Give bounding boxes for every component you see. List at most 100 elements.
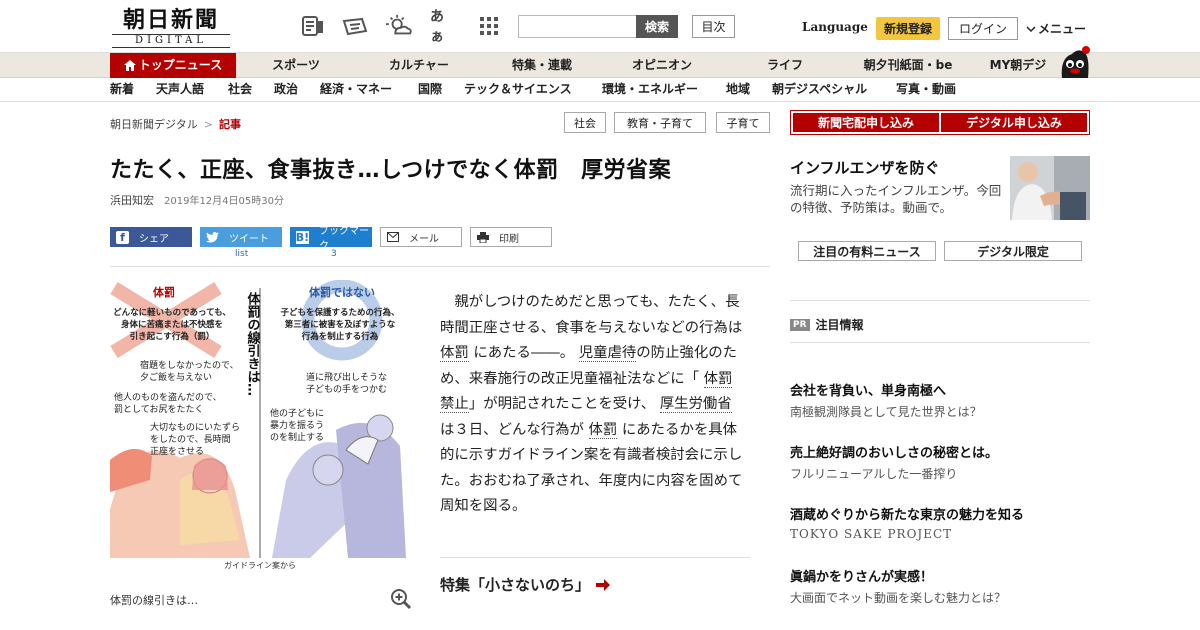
home-icon [123, 60, 136, 71]
keyword-link[interactable]: 禁止 [440, 396, 469, 413]
nav-photo-video[interactable]: 写真・動画 [896, 78, 956, 101]
menu-button[interactable]: メニュー [1026, 20, 1086, 37]
login-button[interactable]: ログイン [948, 17, 1018, 40]
logo-english: DIGITAL [112, 34, 230, 48]
illus-left-lead-1: どんなに軽いものであっても、 [113, 307, 231, 318]
breadcrumb-separator: > [203, 118, 213, 131]
language-link[interactable]: Language [802, 20, 868, 34]
illus-right-lead-2: 第三者に被害を及ぼすような [285, 319, 396, 330]
nav-paper-edition[interactable]: 朝夕刊紙面・be [856, 53, 960, 78]
illus-left-lead-3: 引き起こす行為（罰） [130, 331, 215, 342]
pr-item-subtitle[interactable]: 南極観測隊員として見た世界とは？ [790, 403, 982, 420]
pr-item-title[interactable]: 酒蔵めぐりから新たな東京の魅力を知る [790, 504, 1024, 523]
pr-item-title[interactable]: 売上絶好調のおいしさの秘密とは。 [790, 442, 998, 461]
pr-item-subtitle[interactable]: フルリニューアルした一番搾り [790, 465, 957, 482]
nav-economy[interactable]: 経済・マネー [320, 78, 392, 101]
site-logo[interactable]: 朝日新聞 DIGITAL [112, 8, 230, 48]
illus-source: ガイドライン案から [224, 560, 296, 570]
nav-culture[interactable]: カルチャー [372, 53, 466, 78]
twitter-share-button[interactable]: ツイート [200, 227, 282, 247]
pr-item-subtitle[interactable]: 大画面でネット動画を楽しむ魅力とは？ [790, 589, 1006, 606]
keyword-link[interactable]: 体罰 [440, 345, 469, 362]
article-title: たたく、正座、食事抜き…しつけでなく体罰 厚労省案 [110, 158, 672, 183]
menu-label: メニュー [1038, 22, 1087, 36]
pr-item-title[interactable]: 眞鍋かをりさんが実感！ [790, 566, 933, 585]
breadcrumb: 朝日新聞デジタル > 記事 [110, 116, 241, 132]
article-author[interactable]: 浜田知宏 [110, 194, 154, 207]
digital-subscribe-button[interactable]: デジタル申し込み [941, 113, 1087, 132]
pr-heading: PR 注目情報 [790, 316, 864, 333]
secondary-nav: 新着 天声人語 社会 政治 経済・マネー 国際 テック＆サイエンス 環境・エネル… [0, 78, 1200, 102]
feature-link[interactable]: 特集「小さないのち」 [440, 574, 611, 595]
facebook-share-button[interactable]: f シェア [110, 227, 192, 247]
primary-nav: トップニュース スポーツ カルチャー 特集・連載 オピニオン ライフ 朝夕刊紙面… [0, 52, 1200, 78]
body-divider [440, 557, 750, 558]
illus-left-example-1a: 宿題をしなかったので、 [140, 359, 239, 371]
nav-opinion[interactable]: オピニオン [616, 53, 708, 78]
nav-society[interactable]: 社会 [228, 78, 252, 101]
article-date: 2019年12月4日05時30分 [164, 196, 284, 207]
nav-local[interactable]: 地域 [726, 78, 750, 101]
illus-left-example-1b: 夕ご飯を与えない [140, 371, 212, 383]
mail-icon [387, 232, 399, 242]
illus-left-example-3b: をしたので、長時間 [150, 434, 231, 445]
nav-special[interactable]: 朝デジスペシャル [772, 78, 867, 101]
breadcrumb-home[interactable]: 朝日新聞デジタル [110, 118, 198, 131]
illus-right-example-1b: 子どもの手をつかむ [306, 383, 387, 395]
hatena-bookmark-button[interactable]: B! ブックマーク [290, 226, 372, 252]
digital-only-tab[interactable]: デジタル限定 [944, 241, 1082, 261]
font-size-icon[interactable]: あぁ [430, 9, 456, 45]
chevron-down-icon [1026, 25, 1036, 32]
keyword-link[interactable]: 体罰 [588, 421, 618, 439]
nav-tenseijingo[interactable]: 天声人語 [156, 78, 204, 101]
printer-icon [477, 231, 489, 243]
nav-tech-science[interactable]: テック＆サイエンス [464, 78, 572, 101]
paper-icon[interactable] [300, 14, 326, 38]
pr-item-title[interactable]: 会社を背負い、単身南極へ [790, 380, 946, 399]
tag-education[interactable]: 教育・子育て [614, 112, 706, 133]
hatena-count[interactable]: 3 [331, 249, 337, 259]
keyword-link[interactable]: 体罰 [703, 370, 733, 388]
search-input[interactable] [518, 15, 637, 38]
toc-button[interactable]: 目次 [692, 15, 735, 38]
illus-left-example-3a: 大切なものにいたずら [150, 421, 240, 433]
twitter-count[interactable]: list [235, 249, 248, 259]
mascot-icon [1061, 46, 1090, 78]
nav-environment[interactable]: 環境・エネルギー [602, 78, 698, 101]
tag-society[interactable]: 社会 [564, 112, 606, 133]
nav-life[interactable]: ライフ [746, 53, 824, 78]
nav-politics[interactable]: 政治 [274, 78, 298, 101]
pr-item-subtitle[interactable]: TOKYO SAKE PROJECT [790, 527, 952, 541]
nav-international[interactable]: 国際 [418, 78, 442, 101]
keyword-link[interactable]: 厚生労働省 [659, 396, 732, 413]
zoom-in-icon[interactable] [390, 588, 412, 610]
nav-my-asahi[interactable]: MY朝デジ [982, 53, 1054, 78]
paid-news-tab[interactable]: 注目の有料ニュース [798, 241, 936, 261]
article-byline: 浜田知宏 2019年12月4日05時30分 [110, 192, 284, 208]
keyword-link[interactable]: 児童虐待 [578, 345, 637, 362]
register-button[interactable]: 新規登録 [876, 17, 940, 40]
nav-top-news[interactable]: トップニュース [110, 53, 236, 78]
illus-left-lead-2: 身体に苦痛または不快感を [120, 319, 223, 330]
pr-badge: PR [790, 318, 810, 331]
nav-sports[interactable]: スポーツ [250, 53, 342, 78]
breadcrumb-current: 記事 [219, 118, 241, 131]
weather-icon[interactable] [386, 14, 412, 38]
illus-left-example-2a: 他人のものを盗んだので、 [114, 391, 222, 403]
search-button[interactable]: 検索 [636, 15, 678, 38]
promo-thumbnail[interactable] [1010, 156, 1090, 220]
promo-title[interactable]: インフルエンザを防ぐ [790, 157, 940, 178]
subscription-box: 新聞宅配申し込み デジタル申し込み [790, 110, 1090, 135]
print-button[interactable]: 印刷 [470, 227, 552, 247]
illus-right-example-2a: 他の子どもに [270, 407, 324, 419]
article-image[interactable]: 体罰 どんなに軽いものであっても、 身体に苦痛または不快感を 引き起こす行為（罰… [110, 280, 410, 570]
article-divider [110, 266, 770, 267]
nav-features[interactable]: 特集・連載 [494, 53, 590, 78]
grid-apps-icon[interactable] [476, 14, 502, 38]
paper-subscribe-button[interactable]: 新聞宅配申し込み [793, 113, 939, 132]
digital-edition-icon[interactable] [342, 14, 368, 38]
nav-latest[interactable]: 新着 [110, 78, 134, 101]
mail-share-button[interactable]: メール [380, 227, 462, 247]
facebook-icon: f [116, 230, 129, 244]
tag-childcare[interactable]: 子育て [716, 112, 770, 133]
